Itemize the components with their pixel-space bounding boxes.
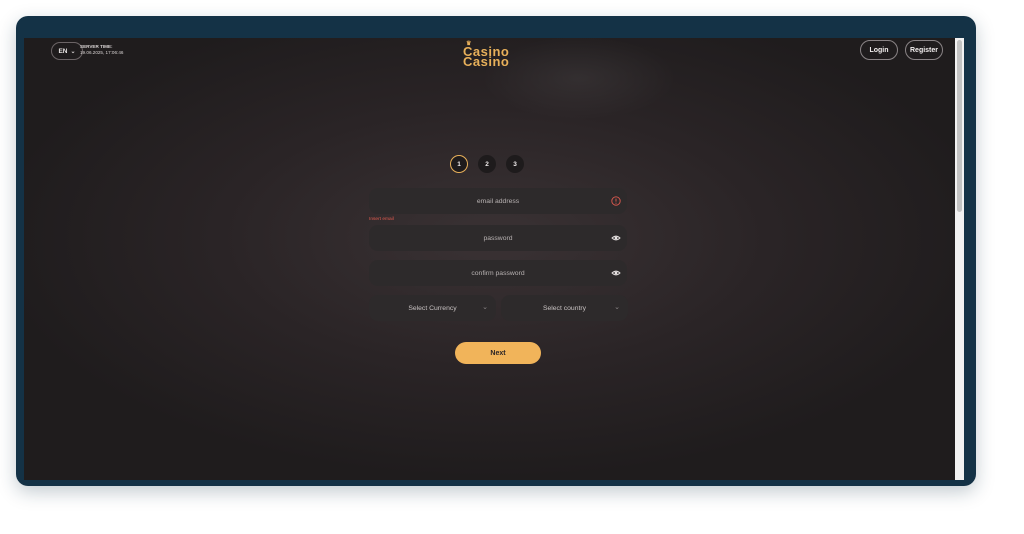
confirm-password-field[interactable]: confirm password [369, 260, 627, 286]
email-value: email address [476, 197, 520, 205]
step-indicator: 1 2 3 [450, 155, 524, 173]
currency-select[interactable]: Select Currency ⌄ [369, 295, 496, 321]
chevron-down-icon: ⌄ [482, 304, 488, 311]
password-field[interactable]: password [369, 225, 627, 251]
browser-frame: EN ⌄ SERVER TIME: 19.06.2025, 17:06:46 ♛… [16, 16, 976, 486]
server-time-value: 19.06.2025, 17:06:46 [80, 50, 124, 55]
email-field[interactable]: email address [369, 188, 627, 214]
signup-page: EN ⌄ SERVER TIME: 19.06.2025, 17:06:46 ♛… [24, 38, 964, 480]
logo-line-2: Casino [463, 54, 510, 69]
password-placeholder: password [483, 234, 513, 242]
register-button[interactable]: Register [905, 40, 943, 60]
alert-circle-icon [611, 196, 621, 206]
step-2[interactable]: 2 [478, 155, 496, 173]
country-select-label: Select country [542, 304, 587, 312]
page-scrollbar[interactable] [955, 38, 964, 480]
step-3[interactable]: 3 [506, 155, 524, 173]
next-button[interactable]: Next [455, 342, 541, 364]
site-logo[interactable]: ♛ Casino Casino [463, 41, 525, 73]
language-selector[interactable]: EN ⌄ [51, 42, 83, 60]
email-error-message: Insert email [369, 217, 394, 222]
chevron-down-icon: ⌄ [70, 48, 76, 55]
currency-select-label: Select Currency [408, 304, 457, 312]
confirm-password-placeholder: confirm password [471, 269, 525, 277]
country-select[interactable]: Select country ⌄ [501, 295, 628, 321]
chevron-down-icon: ⌄ [614, 304, 620, 311]
eye-icon[interactable] [611, 233, 621, 243]
scrollbar-thumb[interactable] [957, 40, 962, 212]
login-button[interactable]: Login [860, 40, 898, 60]
server-time: SERVER TIME: 19.06.2025, 17:06:46 [80, 44, 123, 56]
language-code: EN [58, 47, 68, 55]
eye-icon[interactable] [611, 268, 621, 278]
step-1[interactable]: 1 [450, 155, 468, 173]
